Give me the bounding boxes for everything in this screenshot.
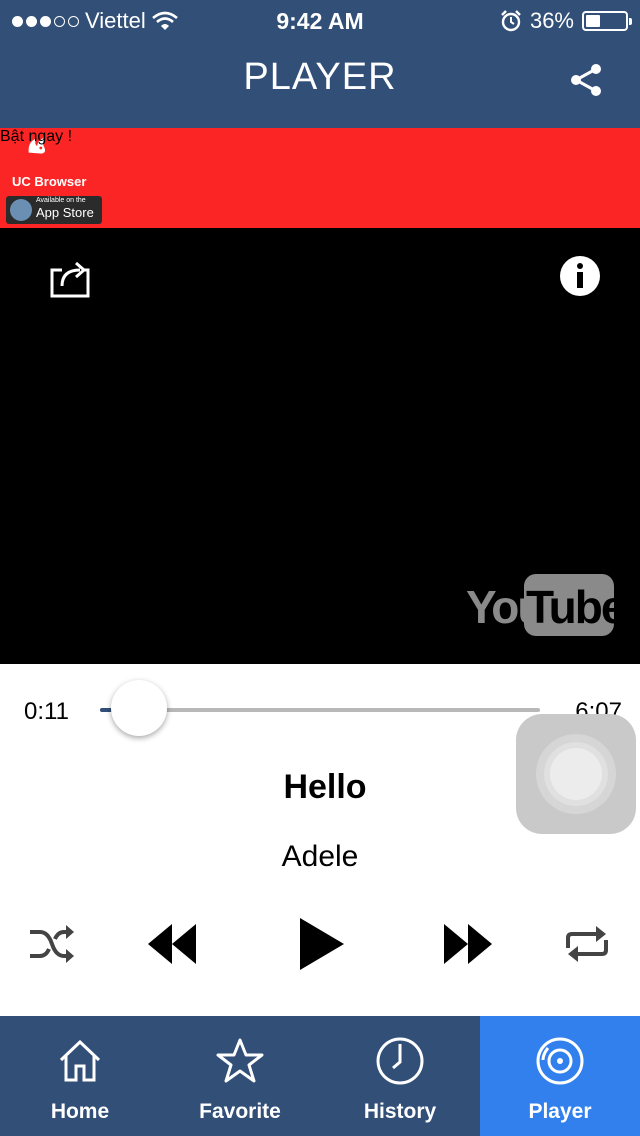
- fast-forward-button[interactable]: [442, 922, 494, 966]
- tab-history-label: History: [363, 1100, 437, 1123]
- play-icon: [300, 918, 344, 970]
- tab-favorite-label: Favorite: [199, 1100, 281, 1123]
- tab-bar: Home Favorite History Player: [0, 1016, 640, 1136]
- disc-icon: [536, 1037, 584, 1085]
- share-out-icon[interactable]: [48, 258, 92, 298]
- clock-icon: [376, 1037, 424, 1085]
- app-store-label: App Store: [36, 205, 94, 220]
- star-icon: [216, 1038, 264, 1083]
- app-store-badge[interactable]: Available on the App Store: [6, 196, 102, 224]
- app-store-icon: [10, 199, 32, 221]
- tab-home-label: Home: [50, 1100, 110, 1123]
- repeat-button[interactable]: [564, 922, 610, 966]
- top-bar: Viettel 9:42 AM 36% PLAYER: [0, 0, 640, 128]
- song-artist: Adele: [281, 840, 359, 873]
- tab-history[interactable]: History: [320, 1016, 480, 1136]
- rewind-icon: [148, 924, 196, 964]
- app-store-small-label: Available on the: [36, 197, 86, 204]
- song-title: Hello: [283, 768, 367, 806]
- current-time: 0:11: [24, 698, 69, 725]
- repeat-icon: [566, 926, 608, 962]
- shuffle-button[interactable]: [28, 922, 76, 966]
- tab-player[interactable]: Player: [480, 1016, 640, 1136]
- youtube-watermark: You Tube: [466, 574, 626, 640]
- alarm-icon: [501, 10, 521, 32]
- ad-cta[interactable]: Bật ngay !: [0, 128, 640, 146]
- youtube-tube: Tube: [526, 581, 626, 633]
- share-icon[interactable]: [568, 62, 604, 98]
- rewind-button[interactable]: [146, 922, 198, 966]
- info-icon[interactable]: [560, 256, 600, 296]
- progress-knob[interactable]: [111, 680, 167, 736]
- uc-browser-label: UC Browser: [12, 174, 87, 189]
- battery-percent: 36%: [529, 8, 574, 33]
- tab-player-label: Player: [528, 1100, 592, 1123]
- battery-icon: [582, 11, 632, 31]
- home-icon: [59, 1039, 101, 1082]
- status-right: 36%: [500, 8, 632, 34]
- status-bar: Viettel 9:42 AM 36%: [0, 0, 640, 40]
- page-title: PLAYER: [243, 56, 397, 98]
- tab-home[interactable]: Home: [0, 1016, 160, 1136]
- play-button[interactable]: [298, 916, 346, 972]
- fast-forward-icon: [444, 924, 492, 964]
- video-player[interactable]: You Tube: [0, 228, 640, 664]
- shuffle-icon: [30, 925, 74, 963]
- tab-favorite[interactable]: Favorite: [160, 1016, 320, 1136]
